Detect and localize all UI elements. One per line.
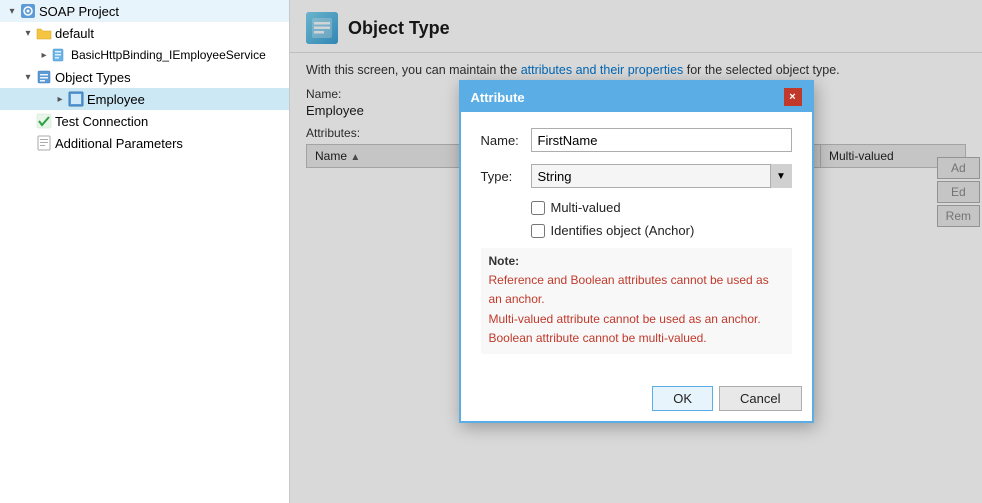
page-icon xyxy=(36,135,52,151)
expand-arrow-employee[interactable] xyxy=(52,91,68,107)
note-line-1: Reference and Boolean attributes cannot … xyxy=(489,273,769,306)
sidebar-label-test-connection: Test Connection xyxy=(55,114,148,129)
attribute-dialog: Attribute × Name: Type: String Integer xyxy=(459,80,814,423)
note-box: Note: Reference and Boolean attributes c… xyxy=(481,248,792,354)
note-label: Note: xyxy=(489,254,784,268)
soap-icon xyxy=(20,3,36,19)
types-icon xyxy=(36,69,52,85)
dialog-type-select-wrapper: String Integer Boolean Reference Date ▼ xyxy=(531,164,792,188)
sidebar-item-basic-http[interactable]: BasicHttpBinding_IEmployeeService xyxy=(0,44,289,66)
expand-arrow-basic-http[interactable] xyxy=(36,47,52,63)
sidebar: SOAP Project default BasicHttpBinding_IE… xyxy=(0,0,290,503)
anchor-checkbox-row: Identifies object (Anchor) xyxy=(481,223,792,238)
sidebar-label-soap-project: SOAP Project xyxy=(39,4,119,19)
sidebar-label-additional-params: Additional Parameters xyxy=(55,136,183,151)
dialog-footer: OK Cancel xyxy=(461,380,812,421)
dialog-type-select[interactable]: String Integer Boolean Reference Date xyxy=(531,164,792,188)
expand-arrow-params xyxy=(20,135,36,151)
dialog-name-row: Name: xyxy=(481,128,792,152)
employee-icon xyxy=(68,91,84,107)
multivalued-checkbox[interactable] xyxy=(531,201,545,215)
sidebar-label-object-types: Object Types xyxy=(55,70,131,85)
anchor-label: Identifies object (Anchor) xyxy=(551,223,695,238)
dialog-type-label: Type: xyxy=(481,169,531,184)
expand-arrow-soap[interactable] xyxy=(4,3,20,19)
dialog-name-label: Name: xyxy=(481,133,531,148)
dialog-body: Name: Type: String Integer Boolean Refer… xyxy=(461,112,812,380)
multivalued-label: Multi-valued xyxy=(551,200,621,215)
sidebar-item-object-types[interactable]: Object Types xyxy=(0,66,289,88)
note-text: Reference and Boolean attributes cannot … xyxy=(489,271,784,348)
check-icon xyxy=(36,113,52,129)
dialog-close-button[interactable]: × xyxy=(784,88,802,106)
service-icon xyxy=(52,47,68,63)
anchor-checkbox[interactable] xyxy=(531,224,545,238)
sidebar-label-employee: Employee xyxy=(87,92,145,107)
ok-button[interactable]: OK xyxy=(652,386,713,411)
cancel-button[interactable]: Cancel xyxy=(719,386,801,411)
sidebar-label-basic-http: BasicHttpBinding_IEmployeeService xyxy=(71,48,266,62)
note-line-3: Boolean attribute cannot be multi-valued… xyxy=(489,331,707,345)
expand-arrow-object-types[interactable] xyxy=(20,69,36,85)
sidebar-item-employee[interactable]: Employee xyxy=(0,88,289,110)
expand-arrow-default[interactable] xyxy=(20,25,36,41)
sidebar-item-test-connection[interactable]: Test Connection xyxy=(0,110,289,132)
dialog-titlebar: Attribute × xyxy=(461,82,812,112)
sidebar-item-additional-params[interactable]: Additional Parameters xyxy=(0,132,289,154)
sidebar-item-default[interactable]: default xyxy=(0,22,289,44)
sidebar-label-default: default xyxy=(55,26,94,41)
note-line-2: Multi-valued attribute cannot be used as… xyxy=(489,312,761,326)
sidebar-item-soap-project[interactable]: SOAP Project xyxy=(0,0,289,22)
main-content: Object Type With this screen, you can ma… xyxy=(290,0,982,503)
dialog-title: Attribute xyxy=(471,90,525,105)
multivalued-checkbox-row: Multi-valued xyxy=(481,200,792,215)
dialog-overlay: Attribute × Name: Type: String Integer xyxy=(290,0,982,503)
expand-arrow-test xyxy=(20,113,36,129)
dialog-type-row: Type: String Integer Boolean Reference D… xyxy=(481,164,792,188)
folder-icon xyxy=(36,25,52,41)
dialog-name-input[interactable] xyxy=(531,128,792,152)
